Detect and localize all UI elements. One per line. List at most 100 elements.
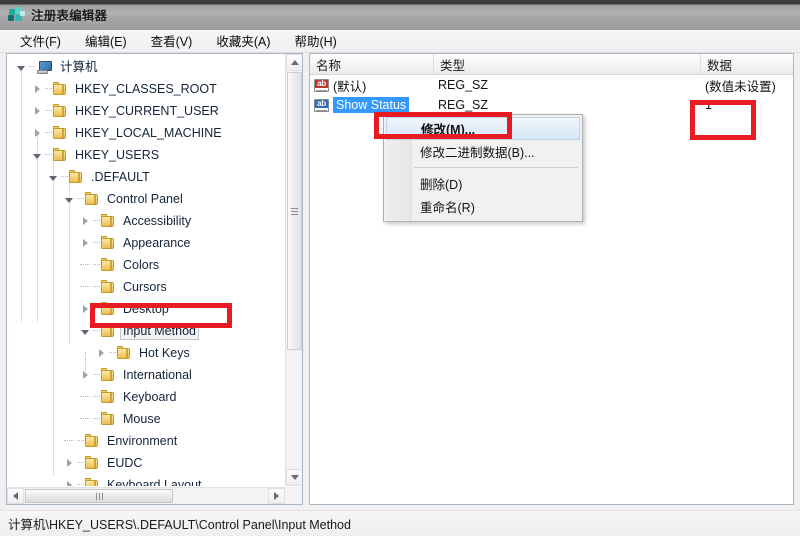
chevron-down-icon[interactable] (45, 166, 61, 188)
arrow-left-icon (13, 492, 18, 500)
table-row[interactable]: ab Show Status REG_SZ 1 (310, 95, 793, 115)
context-menu-modify[interactable]: 修改(M)... (386, 117, 580, 140)
table-row[interactable]: ab (默认) REG_SZ (数值未设置) (310, 75, 793, 95)
tree-node-cursors[interactable]: Cursors (7, 276, 285, 298)
scrollbar-corner (285, 487, 302, 504)
tree-connector (77, 484, 84, 486)
tree-node-colors[interactable]: Colors (7, 254, 285, 276)
tree-connector (93, 308, 100, 310)
menu-help[interactable]: 帮助(H) (284, 29, 346, 53)
tree-node-label: HKEY_LOCAL_MACHINE (75, 125, 222, 140)
computer-icon (36, 60, 53, 74)
tree-connector (45, 154, 52, 156)
column-header-type[interactable]: 类型 (434, 54, 701, 74)
string-value-icon: ab (314, 78, 329, 92)
folder-icon (100, 280, 116, 294)
tree-node-international[interactable]: International (7, 364, 285, 386)
folder-icon (100, 236, 116, 250)
cell-type: REG_SZ (438, 98, 489, 112)
tree-node-label: Control Panel (107, 191, 183, 206)
tree-scroll-right-button[interactable] (268, 488, 285, 504)
column-header-name[interactable]: 名称 (310, 54, 434, 74)
tree-node-label: Keyboard (123, 389, 177, 404)
context-menu-rename[interactable]: 重命名(R) (386, 195, 580, 218)
folder-icon (84, 192, 100, 206)
tree-scroll-down-button[interactable] (286, 469, 302, 486)
menu-edit[interactable]: 编辑(E) (75, 29, 137, 53)
folder-icon (100, 258, 116, 272)
chevron-down-icon[interactable] (29, 144, 45, 166)
tree-node-hkey-classes-root[interactable]: HKEY_CLASSES_ROOT (7, 78, 285, 100)
value-name: Show Status (333, 97, 410, 113)
tree-connector (93, 374, 100, 376)
tree-node-mouse[interactable]: Mouse (7, 408, 285, 430)
tree-horizontal-scrollbar[interactable] (7, 487, 285, 504)
chevron-right-icon[interactable] (77, 232, 93, 254)
tree-node-keyboard[interactable]: Keyboard (7, 386, 285, 408)
chevron-right-icon[interactable] (93, 342, 109, 364)
cell-name: ab (默认) (314, 75, 434, 95)
arrow-up-icon (290, 60, 299, 65)
tree-node-hkey-local-machine[interactable]: HKEY_LOCAL_MACHINE (7, 122, 285, 144)
tree-vertical-scrollbar[interactable] (285, 54, 302, 486)
tree-node-hot-keys[interactable]: Hot Keys (7, 342, 285, 364)
folder-icon (100, 412, 116, 426)
chevron-right-icon[interactable] (29, 122, 45, 144)
chevron-right-icon[interactable] (29, 100, 45, 122)
menu-file[interactable]: 文件(F) (10, 29, 71, 53)
tree-node-label: HKEY_CLASSES_ROOT (75, 81, 217, 96)
chevron-right-icon[interactable] (77, 210, 93, 232)
registry-tree: 计算机 HKEY_CLASSES_ROOT HKEY_CURRENT_USER HKE… (7, 54, 285, 486)
tree-scroll-up-button[interactable] (286, 54, 302, 71)
menu-view[interactable]: 查看(V) (141, 29, 203, 53)
context-menu-delete[interactable]: 删除(D) (386, 172, 580, 195)
context-menu-modify-binary[interactable]: 修改二进制数据(B)... (386, 140, 580, 163)
registry-tree-pane: 计算机 HKEY_CLASSES_ROOT HKEY_CURRENT_USER HKE… (6, 53, 303, 505)
tree-node-environment[interactable]: Environment (7, 430, 285, 452)
tree-node-[interactable]: 计算机 (7, 56, 285, 78)
tree-node-accessibility[interactable]: Accessibility (7, 210, 285, 232)
string-value-icon: ab (314, 98, 329, 112)
tree-node-keyboard-layout[interactable]: Keyboard Layout (7, 474, 285, 486)
chevron-down-icon[interactable] (77, 320, 93, 342)
tree-node-label: HKEY_USERS (75, 147, 160, 162)
folder-icon (52, 126, 68, 140)
tree-leaf-connector (77, 276, 93, 298)
chevron-down-icon[interactable] (13, 56, 29, 78)
cell-type: REG_SZ (438, 78, 489, 92)
tree-node-default[interactable]: .DEFAULT (7, 166, 285, 188)
chevron-down-icon[interactable] (61, 188, 77, 210)
tree-node-hkey-current-user[interactable]: HKEY_CURRENT_USER (7, 100, 285, 122)
tree-node-control-panel[interactable]: Control Panel (7, 188, 285, 210)
tree-leaf-connector (77, 254, 93, 276)
menu-favorites[interactable]: 收藏夹(A) (206, 29, 280, 53)
tree-node-hkey-users[interactable]: HKEY_USERS (7, 144, 285, 166)
chevron-right-icon[interactable] (61, 452, 77, 474)
tree-connector (109, 352, 116, 354)
context-menu: 修改(M)... 修改二进制数据(B)... 删除(D) 重命名(R) (383, 114, 583, 222)
menu-bar: 文件(F) 编辑(E) 查看(V) 收藏夹(A) 帮助(H) (0, 30, 800, 53)
chevron-right-icon[interactable] (61, 474, 77, 486)
column-header-data[interactable]: 数据 (701, 54, 793, 74)
tree-connector (93, 330, 100, 332)
status-bar: 计算机\HKEY_USERS\.DEFAULT\Control Panel\In… (0, 510, 800, 536)
tree-node-eudc[interactable]: EUDC (7, 452, 285, 474)
chevron-right-icon[interactable] (29, 78, 45, 100)
cell-name: ab Show Status (314, 95, 434, 115)
registry-editor-icon (8, 6, 25, 23)
chevron-right-icon[interactable] (77, 364, 93, 386)
chevron-right-icon[interactable] (77, 298, 93, 320)
tree-node-desktop[interactable]: Desktop (7, 298, 285, 320)
tree-horizontal-scroll-thumb[interactable] (25, 489, 173, 503)
registry-tree-scroll-area[interactable]: 计算机 HKEY_CLASSES_ROOT HKEY_CURRENT_USER HKE… (7, 54, 285, 486)
tree-node-appearance[interactable]: Appearance (7, 232, 285, 254)
tree-connector (61, 176, 68, 178)
tree-scroll-left-button[interactable] (7, 488, 24, 504)
tree-leaf-connector (61, 430, 77, 452)
tree-leaf-connector (77, 408, 93, 430)
folder-icon (68, 170, 84, 184)
tree-node-input-method[interactable]: Input Method (7, 320, 285, 342)
folder-icon (100, 390, 116, 404)
tree-connector (77, 440, 84, 442)
tree-vertical-scroll-thumb[interactable] (287, 72, 302, 350)
